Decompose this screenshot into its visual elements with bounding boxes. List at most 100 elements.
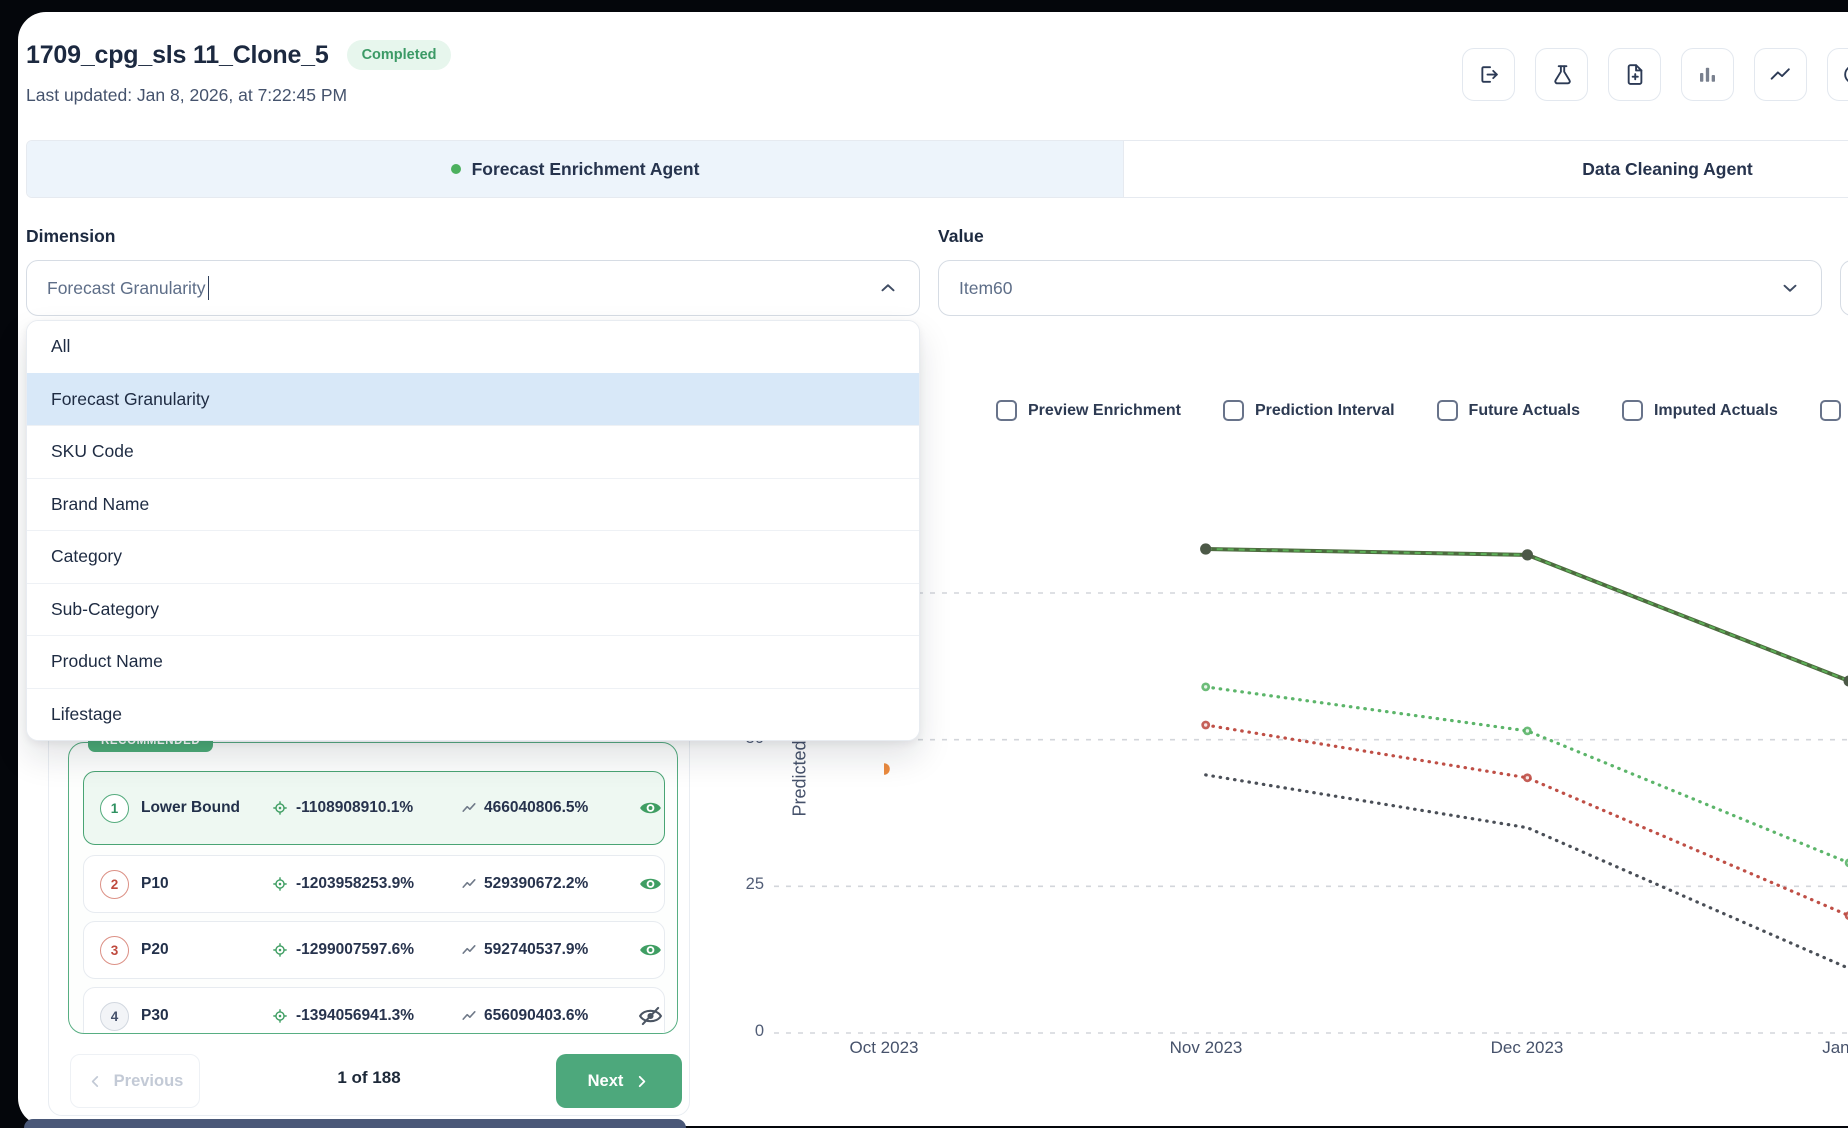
next-button-label: Next bbox=[588, 1072, 624, 1091]
status-badge: Completed bbox=[347, 40, 452, 70]
target-value: -1203958253.9% bbox=[296, 875, 414, 893]
bar-chart-icon bbox=[1695, 62, 1720, 87]
flask-icon bbox=[1549, 62, 1574, 87]
active-tab-dot bbox=[451, 164, 461, 174]
checkbox-icon[interactable] bbox=[996, 400, 1017, 421]
y-tick-label: 0 bbox=[688, 1022, 764, 1041]
trend-icon bbox=[461, 876, 477, 892]
dropdown-item-sku-code[interactable]: SKU Code bbox=[27, 425, 919, 478]
toggle-label: Imputed Actuals bbox=[1654, 402, 1778, 420]
data-point bbox=[1200, 543, 1211, 554]
previous-button-label: Previous bbox=[114, 1072, 184, 1091]
trend-value: 466040806.5% bbox=[484, 799, 588, 817]
trend-value: 592740537.9% bbox=[484, 941, 588, 959]
trend-line-icon bbox=[1768, 62, 1793, 87]
page-indicator: 1 of 188 bbox=[299, 1068, 439, 1088]
header: 1709_cpg_sls 11_Clone_5 Completed Last u… bbox=[26, 40, 451, 106]
clock-icon bbox=[1841, 62, 1848, 87]
trend-line-button[interactable] bbox=[1754, 48, 1807, 101]
checkbox-icon[interactable] bbox=[1437, 400, 1458, 421]
quantile-name: P20 bbox=[141, 941, 259, 959]
dropdown-item-lifestage[interactable]: Lifestage bbox=[27, 688, 919, 741]
toggle-prediction-interval[interactable]: Prediction Interval bbox=[1223, 400, 1395, 421]
flask-button[interactable] bbox=[1535, 48, 1588, 101]
toggle-imputed-actuals[interactable]: Imputed Actuals bbox=[1622, 400, 1778, 421]
dimension-label: Dimension bbox=[26, 226, 115, 247]
trend-icon bbox=[461, 942, 477, 958]
toolbar bbox=[1462, 48, 1848, 101]
trend-value: 529390672.2% bbox=[484, 875, 588, 893]
quantile-row-lower-bound[interactable]: 1Lower Bound-1108908910.1%466040806.5% bbox=[83, 771, 665, 845]
rank-badge: 4 bbox=[100, 1002, 129, 1031]
chevron-up-icon bbox=[877, 277, 899, 299]
quantile-row-p30[interactable]: 4 P30 -1394056941.3% 656090403.6% bbox=[83, 987, 665, 1034]
text-cursor bbox=[208, 276, 210, 300]
tab-forecast-enrichment-agent[interactable]: Forecast Enrichment Agent bbox=[27, 141, 1124, 197]
chevron-down-icon bbox=[1779, 277, 1801, 299]
export-button[interactable] bbox=[1462, 48, 1515, 101]
chevron-left-icon bbox=[87, 1073, 104, 1090]
file-add-button[interactable] bbox=[1608, 48, 1661, 101]
value-combobox[interactable]: Item60 bbox=[938, 260, 1822, 316]
toggle-partial[interactable] bbox=[1820, 400, 1841, 421]
quantile-name: Lower Bound bbox=[141, 799, 259, 817]
tab-data-cleaning-agent[interactable]: Data Cleaning Agent bbox=[1124, 141, 1848, 197]
target-value: -1299007597.6% bbox=[296, 941, 414, 959]
dropdown-item-category[interactable]: Category bbox=[27, 530, 919, 583]
dropdown-item-forecast-granularity[interactable]: Forecast Granularity bbox=[27, 373, 919, 426]
page-title: 1709_cpg_sls 11_Clone_5 bbox=[26, 41, 329, 70]
eye-icon[interactable] bbox=[638, 798, 663, 818]
agent-tabs: Forecast Enrichment Agent Data Cleaning A… bbox=[26, 140, 1848, 198]
series-enriched-forecast bbox=[1206, 549, 1848, 681]
dropdown-item-sub-category[interactable]: Sub-Category bbox=[27, 583, 919, 636]
eye-icon[interactable] bbox=[638, 874, 663, 894]
x-tick-label: Dec 2023 bbox=[1462, 1038, 1592, 1058]
tab-label: Data Cleaning Agent bbox=[1582, 159, 1752, 180]
target-value: -1394056941.3% bbox=[296, 1007, 414, 1025]
app-window: 1709_cpg_sls 11_Clone_5 Completed Last u… bbox=[0, 0, 1848, 1128]
actual-data-point bbox=[878, 763, 890, 775]
tab-label: Forecast Enrichment Agent bbox=[472, 159, 700, 180]
quantile-name: P30 bbox=[141, 1007, 259, 1025]
target-value: -1108908910.1% bbox=[296, 799, 413, 817]
toggle-label: Preview Enrichment bbox=[1028, 402, 1181, 420]
toggle-preview-enrichment[interactable]: Preview Enrichment bbox=[996, 400, 1181, 421]
eye-icon[interactable] bbox=[638, 940, 663, 960]
dropdown-item-product-name[interactable]: Product Name bbox=[27, 635, 919, 688]
next-button[interactable]: Next bbox=[556, 1054, 682, 1108]
clock-button[interactable] bbox=[1827, 48, 1848, 101]
chevron-right-icon bbox=[633, 1073, 650, 1090]
x-tick-label: Nov 2023 bbox=[1141, 1038, 1271, 1058]
x-tick-label: Oct 2023 bbox=[819, 1038, 949, 1058]
chart-toggle-row: Preview Enrichment Prediction Interval Fut… bbox=[996, 400, 1841, 421]
trend-value: 656090403.6% bbox=[484, 1007, 588, 1025]
value-input-value: Item60 bbox=[959, 278, 1013, 299]
bar-chart-button[interactable] bbox=[1681, 48, 1734, 101]
quantile-row-p10[interactable]: 2P10-1203958253.9%529390672.2% bbox=[83, 855, 665, 913]
data-point bbox=[1522, 549, 1533, 560]
checkbox-icon[interactable] bbox=[1223, 400, 1244, 421]
recommended-group: 1Lower Bound-1108908910.1%466040806.5%2P… bbox=[68, 742, 678, 1034]
previous-button[interactable]: Previous bbox=[70, 1054, 200, 1108]
dropdown-item-all[interactable]: All bbox=[27, 321, 919, 373]
toggle-future-actuals[interactable]: Future Actuals bbox=[1437, 400, 1580, 421]
eye-off-icon[interactable] bbox=[638, 1006, 663, 1026]
dimension-combobox[interactable]: Forecast Granularity bbox=[26, 260, 920, 316]
target-icon bbox=[271, 799, 289, 817]
file-add-icon bbox=[1622, 62, 1647, 87]
trend-icon bbox=[461, 800, 477, 816]
target-icon bbox=[271, 875, 289, 893]
target-icon bbox=[271, 941, 289, 959]
export-icon bbox=[1476, 62, 1501, 87]
forecast-chart bbox=[770, 430, 1848, 1050]
checkbox-icon[interactable] bbox=[1622, 400, 1643, 421]
toggle-label: Prediction Interval bbox=[1255, 402, 1395, 420]
partial-control-right-edge[interactable] bbox=[1840, 260, 1848, 316]
dropdown-item-brand-name[interactable]: Brand Name bbox=[27, 478, 919, 531]
value-label: Value bbox=[938, 226, 984, 247]
dimension-input-value: Forecast Granularity bbox=[47, 278, 206, 299]
checkbox-icon[interactable] bbox=[1820, 400, 1841, 421]
series-lower-band bbox=[1206, 775, 1848, 969]
quantile-row-p20[interactable]: 3P20-1299007597.6%592740537.9% bbox=[83, 921, 665, 979]
bottom-peek-bar bbox=[24, 1119, 686, 1128]
